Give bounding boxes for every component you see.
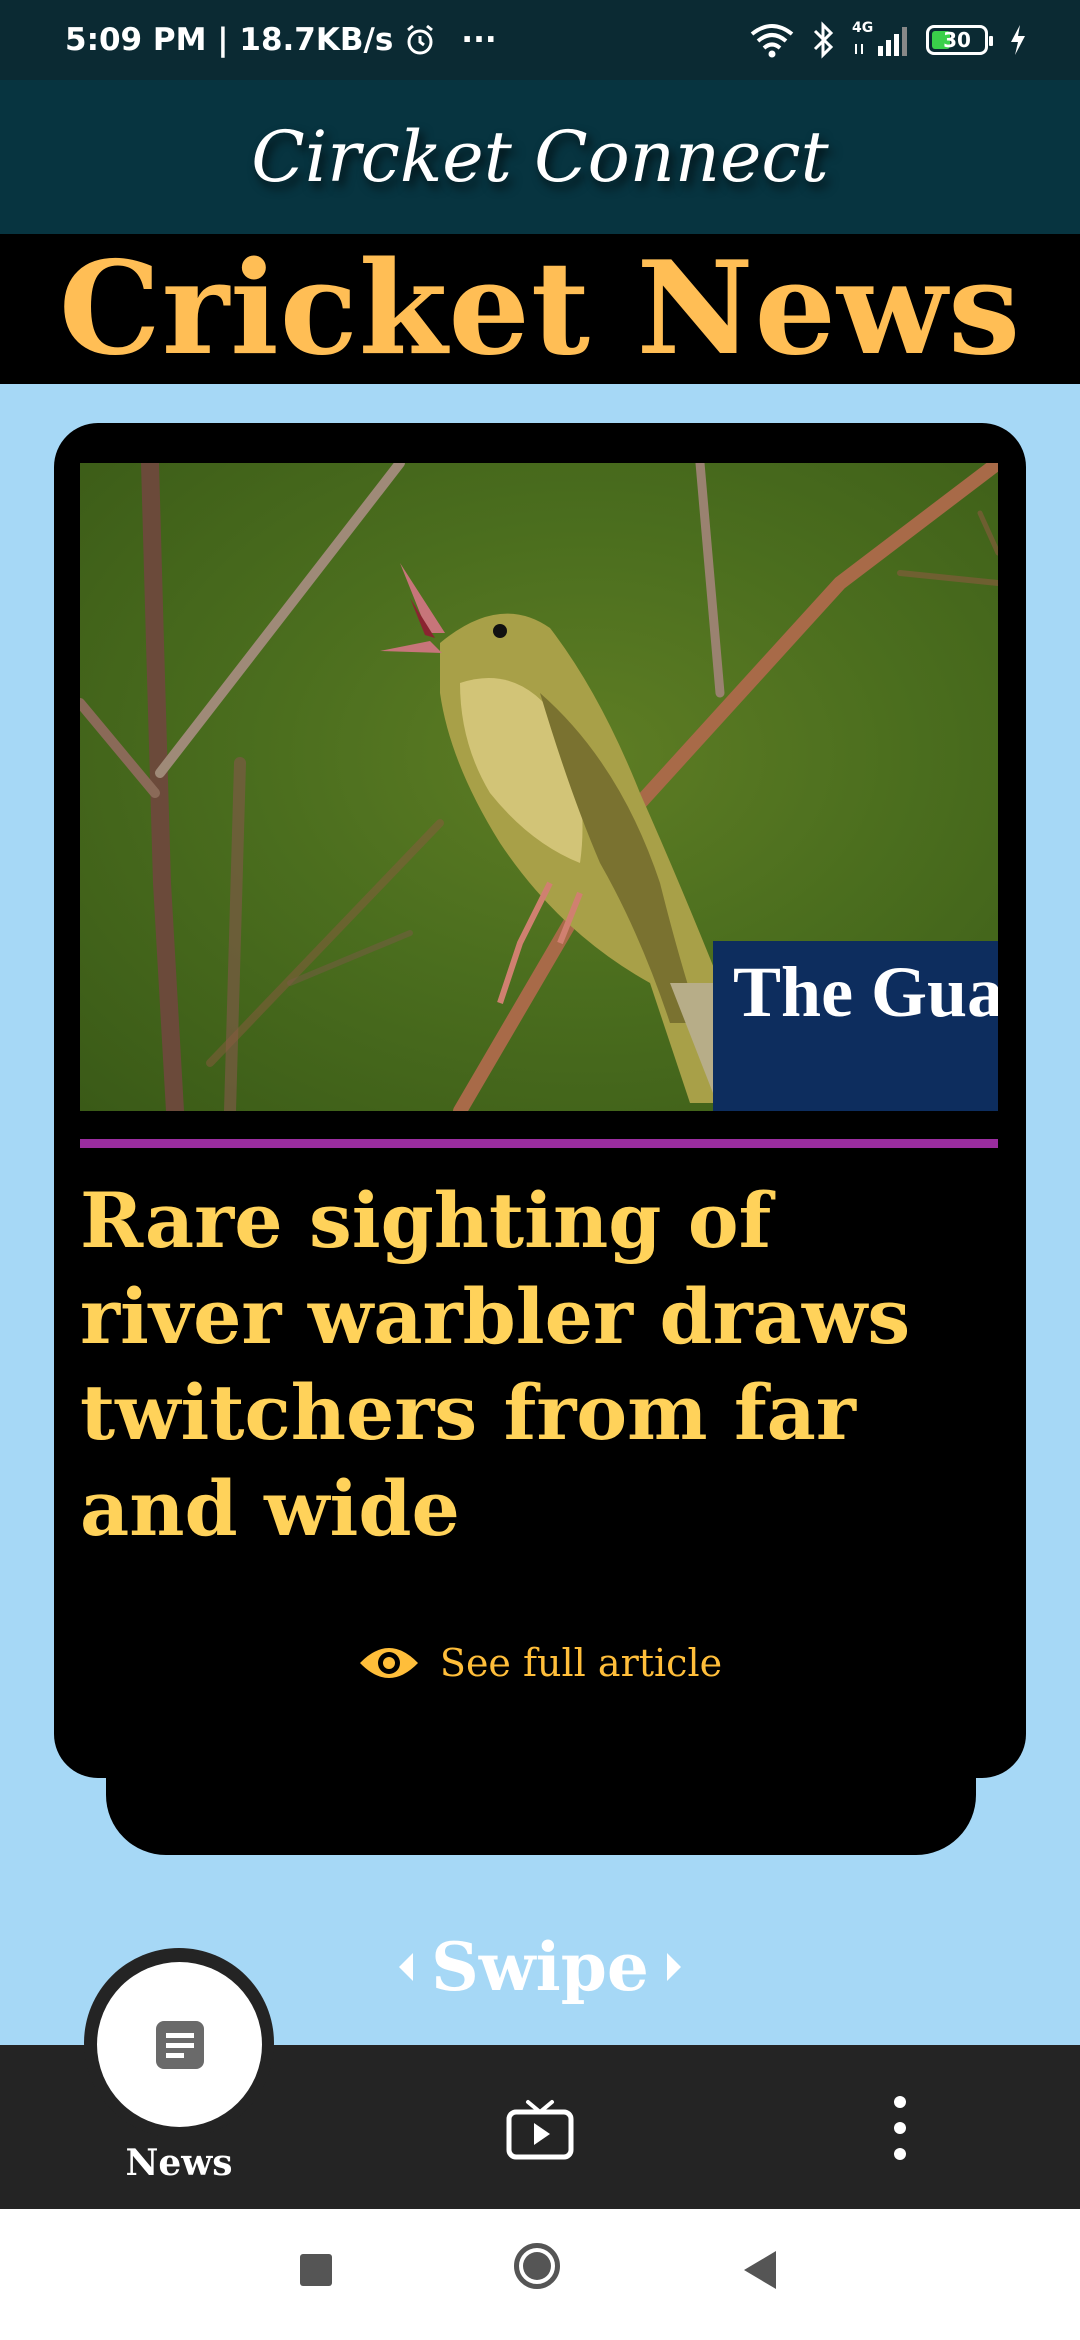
eye-icon [359, 1648, 418, 1678]
bluetooth-icon [813, 21, 834, 59]
app-bar: Circket Connect [0, 80, 1080, 234]
charging-icon [1011, 25, 1025, 55]
app-title: Circket Connect [251, 116, 829, 198]
more-vertical-icon[interactable] [880, 2096, 920, 2160]
news-card[interactable]: The Guardian Rare sighting of river warb… [54, 423, 1026, 1778]
section-title: Cricket News [58, 234, 1022, 384]
battery-level: 30 [943, 28, 971, 52]
see-full-article-label: See full article [439, 1641, 723, 1685]
article-image: The Guardian [80, 463, 998, 1111]
alarm-icon [407, 24, 434, 55]
tv-icon[interactable] [506, 2098, 574, 2160]
see-full-article-link[interactable]: See full article [54, 1641, 1026, 1685]
article-icon [155, 2020, 204, 2069]
article-headline: Rare sighting of river warbler draws twi… [80, 1176, 911, 1553]
status-right: 4G 30 [748, 0, 1028, 80]
status-time-speed: 5:09 PM | 18.7KB/s [65, 22, 394, 58]
swipe-label: Swipe [431, 1928, 649, 2006]
source-logo: The Guardian [713, 941, 998, 1111]
battery-icon: 30 [926, 25, 993, 55]
chevron-right-icon [666, 1953, 681, 1981]
recents-button[interactable] [300, 2254, 332, 2286]
chevron-left-icon [399, 1953, 414, 1981]
signal-indicator: 4G [852, 20, 912, 58]
home-button[interactable] [514, 2243, 560, 2289]
divider [80, 1139, 998, 1148]
nav-item-news[interactable] [97, 1962, 262, 2127]
system-nav-bar [0, 2209, 1080, 2340]
signal-icon [855, 27, 907, 56]
wifi-icon [750, 24, 794, 58]
section-banner: Cricket News [0, 234, 1080, 384]
status-more-icon: ··· [461, 22, 497, 58]
status-left: 5:09 PM | 18.7KB/s ··· [65, 0, 497, 80]
back-button[interactable] [744, 2251, 776, 2289]
nav-item-news-label: News [125, 2142, 233, 2184]
status-bar: 5:09 PM | 18.7KB/s ··· 4G 30 [0, 0, 1080, 80]
